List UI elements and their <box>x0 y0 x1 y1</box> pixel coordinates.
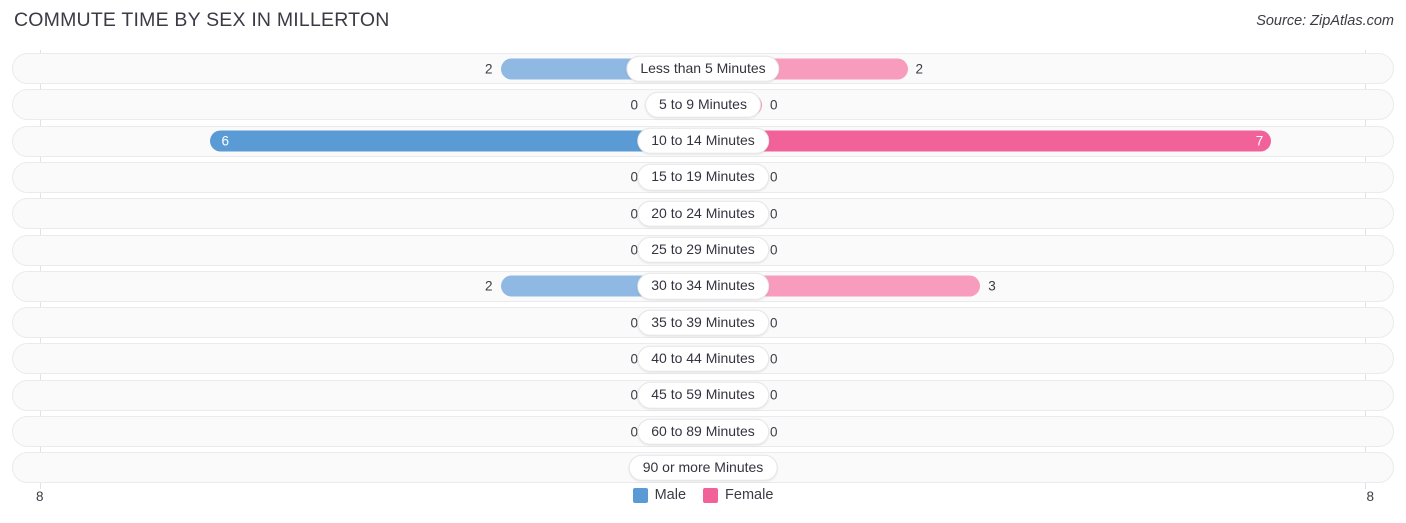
category-label-pill: 20 to 24 Minutes <box>637 200 769 227</box>
value-label-female: 0 <box>770 351 778 367</box>
value-label-male: 0 <box>630 242 638 258</box>
row-inner: 0090 or more Minutes <box>13 453 1393 482</box>
value-label-male: 0 <box>630 387 638 403</box>
page-title: COMMUTE TIME BY SEX IN MILLERTON <box>14 9 390 31</box>
chart-legend: Male Female <box>0 488 1406 503</box>
value-label-female: 0 <box>770 205 778 221</box>
chart-container: COMMUTE TIME BY SEX IN MILLERTON Source:… <box>0 0 1406 523</box>
bar-male[interactable] <box>209 130 704 152</box>
table-row[interactable]: 0 0 35 to 39 Minutes <box>12 307 1394 339</box>
table-row[interactable]: 2 3 30 to 34 Minutes <box>12 270 1394 302</box>
row-inner: 0 0 15 to 19 Minutes <box>13 163 1393 192</box>
source-attribution: Source: ZipAtlas.com <box>1256 13 1394 29</box>
value-label-female: 7 <box>1255 133 1264 149</box>
bar-female[interactable] <box>704 130 1272 152</box>
table-row[interactable]: 0 0 25 to 29 Minutes <box>12 234 1394 266</box>
row-inner: 0 0 45 to 59 Minutes <box>13 381 1393 410</box>
table-row[interactable]: 0 0 15 to 19 Minutes <box>12 161 1394 193</box>
table-row[interactable]: 0 0 45 to 59 Minutes <box>12 379 1394 411</box>
value-label-female: 0 <box>770 169 778 185</box>
table-row[interactable]: 2 2 Less than 5 Minutes <box>12 53 1394 84</box>
row-inner: 0 0 40 to 44 Minutes <box>13 344 1393 373</box>
table-row[interactable]: 6 7 10 to 14 Minutes <box>12 125 1394 157</box>
value-label-female: 0 <box>770 314 778 330</box>
legend-item-male[interactable]: Male <box>632 487 687 504</box>
value-label-male: 2 <box>484 60 493 76</box>
value-label-female: 3 <box>988 278 996 294</box>
category-label-pill: 45 to 59 Minutes <box>637 381 769 409</box>
category-label-pill: 35 to 39 Minutes <box>637 309 769 336</box>
table-row[interactable]: 0090 or more Minutes <box>12 452 1394 484</box>
category-label-pill: 30 to 34 Minutes <box>637 273 769 300</box>
legend-swatch-male <box>632 488 648 503</box>
legend-item-female[interactable]: Female <box>703 488 773 503</box>
category-label-pill: 15 to 19 Minutes <box>637 164 769 191</box>
table-row[interactable]: 0 0 40 to 44 Minutes <box>12 343 1394 375</box>
category-label-pill: Less than 5 Minutes <box>626 55 780 82</box>
legend-label-male: Male <box>654 487 687 504</box>
value-label-male: 0 <box>630 314 638 330</box>
category-label-pill: 60 to 89 Minutes <box>637 418 769 445</box>
legend-swatch-female <box>703 488 719 503</box>
value-label-male: 0 <box>630 351 638 367</box>
row-inner: 2 3 30 to 34 Minutes <box>13 272 1393 301</box>
category-label-pill: 40 to 44 Minutes <box>637 345 769 373</box>
value-label-male: 2 <box>484 278 493 294</box>
row-inner: 0 0 25 to 29 Minutes <box>13 236 1393 265</box>
table-row[interactable]: 0 0 60 to 89 Minutes <box>12 416 1394 447</box>
row-inner: 0 0 60 to 89 Minutes <box>13 417 1393 446</box>
legend-label-female: Female <box>725 487 774 504</box>
value-label-female: 0 <box>770 97 778 113</box>
value-label-male: 0 <box>630 205 638 221</box>
table-row[interactable]: 0 0 5 to 9 Minutes <box>12 89 1394 121</box>
row-inner: 2 2 Less than 5 Minutes <box>13 54 1393 83</box>
table-row[interactable]: 0 0 20 to 24 Minutes <box>12 198 1394 230</box>
value-label-female: 0 <box>770 387 778 403</box>
value-label-female: 2 <box>915 60 924 76</box>
value-label-female: 0 <box>770 423 778 439</box>
row-inner: 0 0 20 to 24 Minutes <box>13 199 1393 228</box>
row-inner: 6 7 10 to 14 Minutes <box>13 127 1393 156</box>
value-label-male: 0 <box>630 423 638 439</box>
category-label-pill: 10 to 14 Minutes <box>637 127 769 155</box>
category-label-pill: 90 or more Minutes <box>628 454 778 481</box>
row-inner: 0 0 5 to 9 Minutes <box>13 90 1393 119</box>
category-label-pill: 25 to 29 Minutes <box>637 236 769 264</box>
value-label-male: 6 <box>221 133 230 149</box>
plot-area: 2 2 Less than 5 Minutes 0 0 5 to 9 Minutes 6 7 1… <box>12 50 1394 489</box>
category-label-pill: 5 to 9 Minutes <box>645 91 761 118</box>
value-label-male: 0 <box>630 97 638 113</box>
row-inner: 0 0 35 to 39 Minutes <box>13 308 1393 337</box>
value-label-male: 0 <box>630 169 638 185</box>
value-label-female: 0 <box>770 242 778 258</box>
